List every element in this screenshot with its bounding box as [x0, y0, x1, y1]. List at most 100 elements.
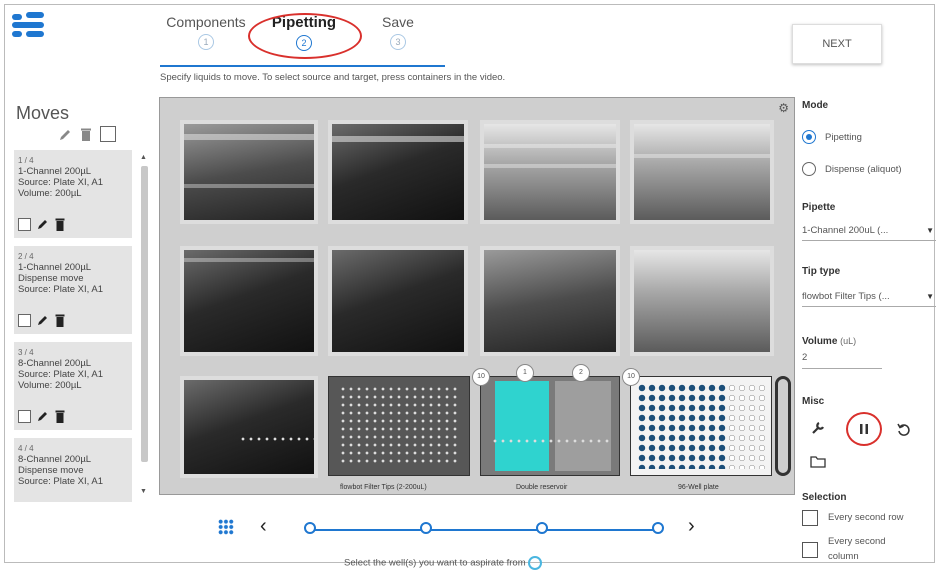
mode-dispense-option[interactable]: Dispense (aliquot) [802, 162, 902, 176]
timeline-node[interactable] [536, 522, 548, 534]
pipette-title: Pipette [802, 202, 836, 213]
timeline-node[interactable] [304, 522, 316, 534]
instructions-text: Specify liquids to move. To select sourc… [160, 72, 506, 83]
trash-icon[interactable] [55, 218, 65, 231]
option-label: Every second column [828, 536, 886, 562]
next-button[interactable]: NEXT [792, 24, 882, 64]
pencil-icon[interactable] [37, 410, 49, 422]
moves-toolbar [58, 126, 128, 146]
move-line: Volume: 200µL [18, 380, 82, 391]
scroll-up-icon[interactable]: ▲ [140, 154, 147, 161]
wrench-icon[interactable] [810, 420, 826, 436]
reservoir-right[interactable] [555, 381, 611, 471]
move-line: Source: Plate XI, A1 [18, 369, 104, 380]
deck-slot-handle[interactable] [775, 376, 791, 476]
radio-unselected[interactable] [802, 162, 816, 176]
video-navigation: ‹ › [210, 515, 710, 545]
previous-arrow-icon[interactable]: ‹ [260, 515, 267, 538]
mode-pipetting-option[interactable]: Pipetting [802, 130, 862, 144]
filter-tips-rack[interactable] [328, 376, 470, 476]
camera-tile[interactable] [328, 246, 468, 356]
flowbot-logo [12, 12, 46, 38]
gear-icon[interactable]: ⚙ [778, 101, 789, 115]
checkbox[interactable] [802, 542, 818, 558]
move-count: 2 / 4 [18, 252, 34, 261]
plate-badge: 1 [516, 364, 534, 382]
step-save[interactable]: Save 3 [358, 14, 438, 50]
pencil-icon[interactable] [37, 218, 49, 230]
camera-tile[interactable] [480, 246, 620, 356]
step-number: 1 [198, 34, 214, 50]
timeline-node[interactable] [420, 522, 432, 534]
move-line: Source: Plate XI, A1 [18, 177, 104, 188]
move-checkbox[interactable] [18, 409, 31, 423]
grid-view-icon[interactable] [218, 519, 234, 535]
move-checkbox[interactable] [18, 313, 31, 327]
move-line: 8-Channel 200µL [18, 358, 92, 369]
step-components[interactable]: Components 1 [166, 14, 246, 50]
reservoir-left[interactable] [495, 381, 549, 471]
delete-all-icon[interactable] [80, 127, 92, 142]
moves-list: 1 / 4 1-Channel 200µL Source: Plate XI, … [14, 150, 134, 502]
pencil-icon[interactable] [37, 314, 49, 326]
pipette-value: 1-Channel 200uL (... [802, 224, 889, 236]
folder-icon[interactable] [810, 454, 826, 468]
radio-selected[interactable] [802, 130, 816, 144]
edit-all-icon[interactable] [58, 128, 72, 142]
moves-scrollbar[interactable]: ▲ ▼ [137, 150, 151, 502]
camera-tile[interactable] [630, 246, 774, 356]
tip-type-select[interactable]: flowbot Filter Tips (... ▼ [802, 286, 936, 307]
double-reservoir[interactable] [480, 376, 620, 476]
timeline-node[interactable] [652, 522, 664, 534]
96-well-plate[interactable] [630, 376, 772, 476]
move-line: 1-Channel 200µL [18, 166, 92, 177]
move-checkbox[interactable] [18, 217, 31, 231]
move-count: 3 / 4 [18, 348, 34, 357]
move-line: 8-Channel 200µL [18, 454, 92, 465]
plate-badge: 2 [572, 364, 590, 382]
move-count: 4 / 4 [18, 444, 34, 453]
move-line: Volume: 200µL [18, 188, 82, 199]
camera-view[interactable]: ⚙ flowbot Filter Tips (2-200uL) Double r… [159, 97, 795, 495]
select-all-checkbox[interactable] [100, 126, 116, 142]
mode-title: Mode [802, 100, 829, 111]
move-count: 1 / 4 [18, 156, 34, 165]
camera-tile[interactable] [180, 120, 318, 224]
trash-icon[interactable] [55, 410, 65, 423]
camera-tile[interactable] [328, 120, 468, 224]
move-card[interactable]: 1 / 4 1-Channel 200µL Source: Plate XI, … [14, 150, 132, 238]
stepper-progress-line [160, 65, 445, 67]
camera-tile[interactable] [180, 246, 318, 356]
every-second-column-option[interactable]: Every second column [802, 534, 900, 564]
highlight-circle [248, 13, 362, 59]
scroll-down-icon[interactable]: ▼ [140, 488, 147, 495]
undo-icon[interactable] [896, 422, 910, 436]
tip-type-title: Tip type [802, 266, 841, 277]
camera-tile[interactable] [180, 376, 318, 478]
move-card[interactable]: 3 / 4 8-Channel 200µL Source: Plate XI, … [14, 342, 132, 430]
move-card[interactable]: 4 / 4 8-Channel 200µL Dispense move Sour… [14, 438, 132, 502]
step-number: 3 [390, 34, 406, 50]
volume-title: Volume (uL) [802, 336, 856, 347]
pipette-select[interactable]: 1-Channel 200uL (... ▼ [802, 220, 936, 241]
dropdown-caret-icon: ▼ [926, 225, 934, 235]
scroll-thumb[interactable] [141, 166, 148, 462]
pause-icon[interactable] [857, 422, 871, 436]
camera-tile[interactable] [630, 120, 774, 224]
every-second-row-option[interactable]: Every second row [802, 510, 904, 526]
selection-title: Selection [802, 492, 847, 503]
selection-hint: Select the well(s) you want to aspirate … [344, 556, 543, 570]
volume-unit: (uL) [840, 336, 857, 346]
option-label: Pipetting [825, 131, 862, 143]
plate-badge: 10 [622, 368, 640, 386]
timeline-track[interactable] [310, 529, 660, 531]
trash-icon[interactable] [55, 314, 65, 327]
well-ring-icon [528, 556, 543, 570]
checkbox[interactable] [802, 510, 818, 526]
camera-tile[interactable] [480, 120, 620, 224]
move-line: Dispense move [18, 465, 84, 476]
volume-input[interactable]: 2 [802, 352, 882, 369]
moves-title: Moves [16, 103, 70, 123]
next-arrow-icon[interactable]: › [688, 515, 695, 538]
move-card[interactable]: 2 / 4 1-Channel 200µL Dispense move Sour… [14, 246, 132, 334]
